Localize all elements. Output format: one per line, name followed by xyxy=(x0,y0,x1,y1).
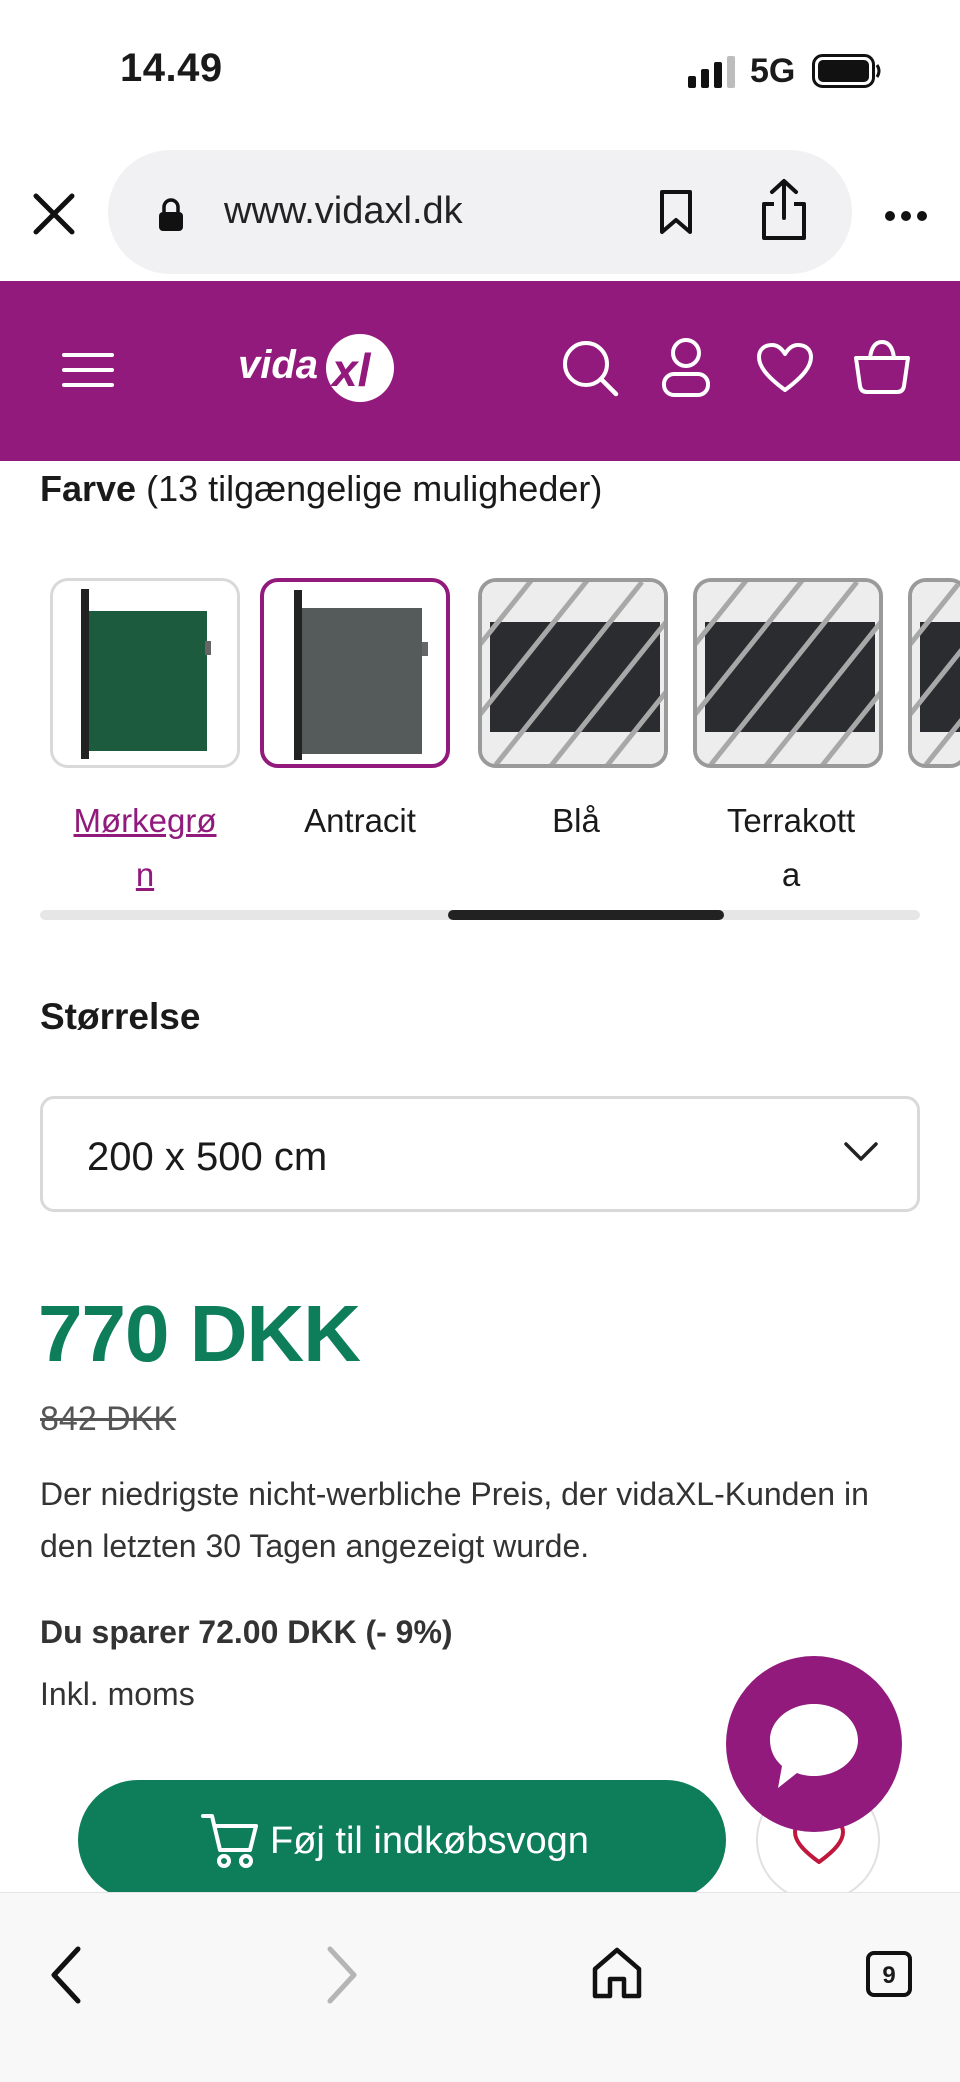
battery-icon xyxy=(812,54,881,88)
site-header xyxy=(0,281,960,461)
more-options-icon[interactable] xyxy=(884,210,928,222)
color-swatch-antracit[interactable] xyxy=(260,578,450,768)
color-label-antracit: Antracit xyxy=(304,802,416,839)
color-swatch-bla[interactable] xyxy=(478,578,668,768)
forward-icon[interactable] xyxy=(324,1945,360,2005)
vidaxl-logo[interactable]: vida xl xyxy=(236,328,400,408)
close-tab-icon[interactable] xyxy=(28,188,80,240)
swatch-scrollbar-thumb[interactable] xyxy=(448,910,724,920)
product-image-unavailable xyxy=(912,582,960,764)
url-text[interactable]: www.vidaxl.dk xyxy=(224,190,463,233)
color-title: Farve xyxy=(40,468,137,509)
color-swatch-terrakotta[interactable] xyxy=(693,578,883,768)
product-image-anthracite xyxy=(294,590,428,760)
signal-icon xyxy=(688,56,735,88)
account-icon[interactable] xyxy=(660,336,712,398)
color-swatch-next[interactable] xyxy=(908,578,960,768)
product-image-unavailable xyxy=(482,582,664,764)
color-label-morkegron[interactable]: Mørkegrø n xyxy=(45,794,245,902)
color-subtitle: (13 tilgængelige muligheder) xyxy=(146,468,603,509)
svg-text:vida: vida xyxy=(238,343,318,387)
price-note: Der niedrigste nicht-werbliche Preis, de… xyxy=(40,1476,869,1564)
chat-bubble-icon xyxy=(770,1704,858,1788)
status-time: 14.49 xyxy=(120,46,223,90)
back-icon[interactable] xyxy=(48,1945,84,2005)
tabs-button[interactable]: 9 xyxy=(866,1951,912,1997)
vat-text: Inkl. moms xyxy=(40,1676,195,1712)
savings-text: Du sparer 72.00 DKK (- 9%) xyxy=(40,1614,453,1650)
cart-icon xyxy=(201,1814,258,1868)
address-bar[interactable] xyxy=(108,150,852,274)
add-to-cart-label[interactable]: Føj til indkøbsvogn xyxy=(270,1820,589,1863)
home-icon[interactable] xyxy=(590,1945,644,2001)
search-icon[interactable] xyxy=(560,338,620,398)
tabs-count[interactable]: 9 xyxy=(870,1962,908,1990)
network-type: 5G xyxy=(750,52,796,90)
current-price: 770 DKK xyxy=(38,1289,361,1378)
svg-text:xl: xl xyxy=(329,344,372,396)
cart-icon[interactable] xyxy=(852,338,912,396)
size-selected-value[interactable]: 200 x 500 cm xyxy=(87,1135,327,1180)
bookmark-icon[interactable] xyxy=(658,188,694,236)
chat-button[interactable] xyxy=(726,1656,902,1832)
color-label-bla: Blå xyxy=(552,802,600,839)
size-dropdown[interactable]: 200 x 500 cm xyxy=(40,1096,920,1212)
add-to-cart-button[interactable]: Føj til indkøbsvogn xyxy=(78,1780,726,1900)
wishlist-icon[interactable] xyxy=(756,342,814,394)
color-swatch-morkegron[interactable] xyxy=(50,578,240,768)
size-title: Størrelse xyxy=(40,996,201,1037)
color-label-terrakotta: Terrakott a xyxy=(726,802,856,893)
lock-icon xyxy=(159,198,183,231)
browser-toolbar: 9 xyxy=(0,1892,960,2082)
product-image-green xyxy=(81,589,211,759)
chevron-down-icon[interactable] xyxy=(843,1141,879,1163)
color-section-title: Farve (13 tilgængelige muligheder) xyxy=(40,468,602,510)
status-bar: 14.49 5G xyxy=(0,0,960,140)
share-icon[interactable] xyxy=(756,178,812,242)
product-image-unavailable xyxy=(697,582,879,764)
menu-icon[interactable] xyxy=(62,352,114,388)
old-price: 842 DKK xyxy=(40,1400,177,1438)
